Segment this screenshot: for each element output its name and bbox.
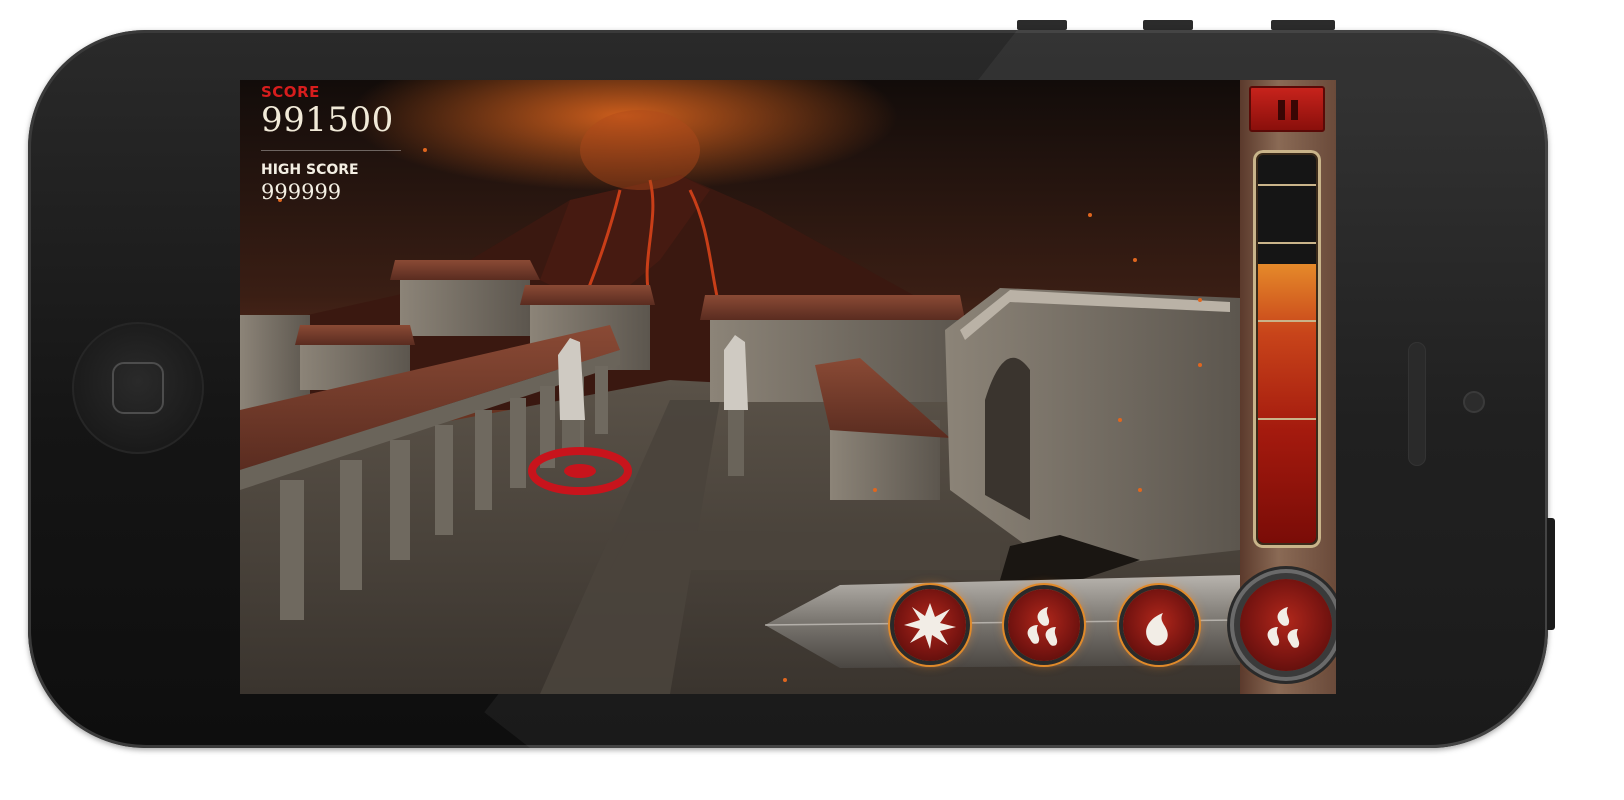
lava-meter-mark [1258,418,1316,420]
pause-icon [1278,100,1285,120]
high-score-label: HIGH SCORE [261,162,359,178]
multi-fire-ability-button[interactable] [1240,579,1332,671]
lava-meter-mark [1258,320,1316,322]
speaker-grille [1408,342,1426,466]
pause-icon [1291,100,1298,120]
flame-icon [1146,613,1168,646]
game-screen[interactable]: SCORE 991500 HIGH SCORE 999999 [240,80,1336,694]
triple-fire-ability-button[interactable] [1008,589,1080,661]
lava-meter-fill [1258,264,1316,543]
triple-flame-icon [1267,607,1300,648]
camera-lens [1463,391,1485,413]
volume-button-2 [1143,20,1193,30]
pause-button[interactable] [1249,86,1325,132]
burst-icon [904,603,956,649]
score-value: 991500 [261,100,394,140]
lava-meter-mark [1258,184,1316,186]
power-button [1271,20,1335,30]
hud-divider [261,150,401,151]
explosion-ability-button[interactable] [894,589,966,661]
fire-ability-button[interactable] [1123,589,1195,661]
high-score-value: 999999 [261,180,342,204]
lava-meter-mark [1258,242,1316,244]
triple-flame-icon [1027,607,1058,646]
home-square-icon [112,362,164,414]
home-button[interactable] [72,322,204,454]
volume-button-1 [1017,20,1067,30]
side-switch [1547,518,1555,630]
lava-meter [1253,150,1321,548]
score-label: SCORE [261,83,320,101]
